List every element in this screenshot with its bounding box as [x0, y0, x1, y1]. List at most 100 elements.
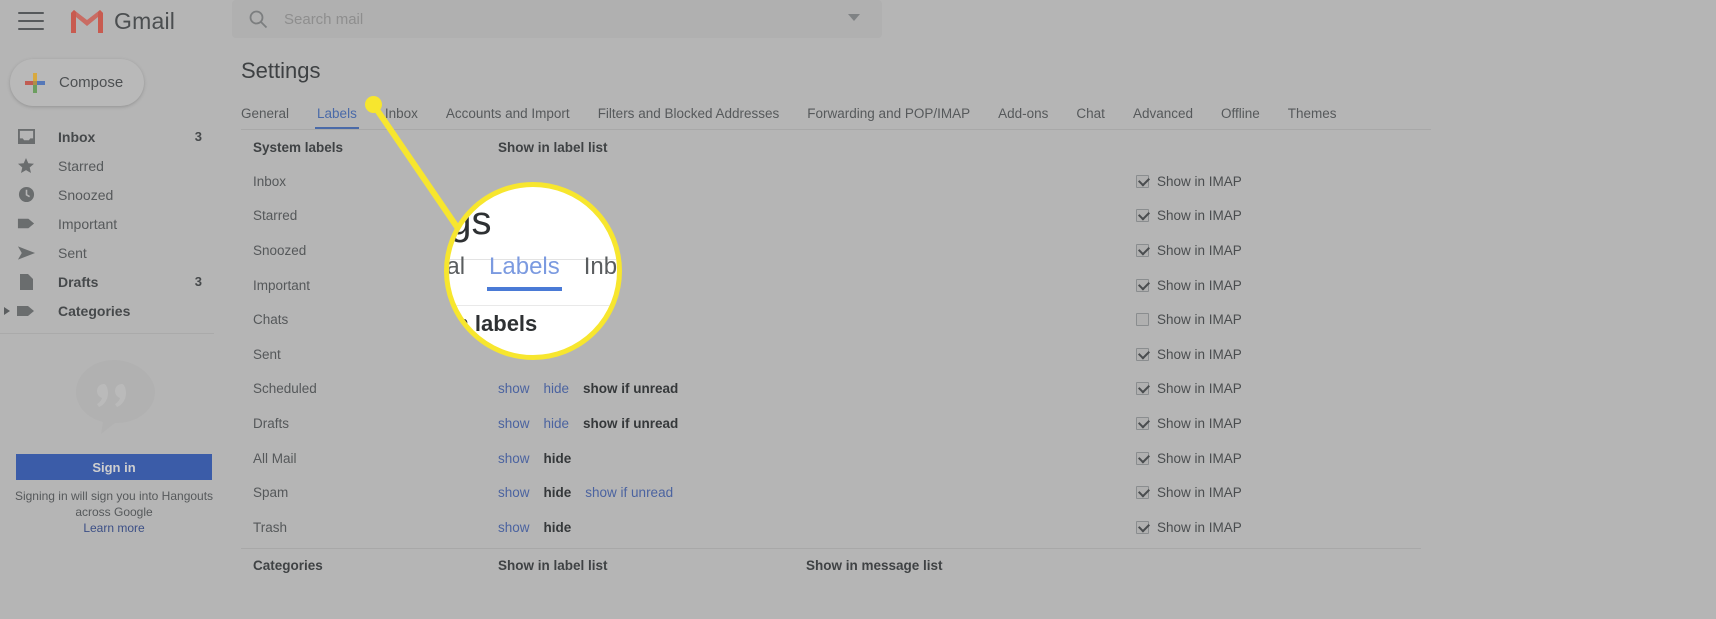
show-in-imap-checkbox[interactable] [1136, 313, 1149, 327]
send-icon [15, 242, 37, 264]
show-in-imap-label: Show in IMAP [1157, 312, 1242, 328]
top-bar: Gmail Search mail [0, 0, 1716, 42]
chevron-right-icon[interactable] [4, 306, 10, 315]
tab-labels[interactable]: Labels [315, 106, 359, 129]
action-hide: hide [543, 485, 572, 501]
table-row: Starred Show in IMAP [241, 199, 1421, 234]
action-show[interactable]: show [498, 451, 530, 466]
system-labels-table: System labels Show in label list Inbox Sh… [241, 130, 1421, 545]
compose-label: Compose [59, 74, 124, 91]
imap-cell: Show in IMAP [1136, 312, 1421, 327]
sign-in-note: Signing in will sign you into Hangouts a… [0, 488, 228, 536]
magnified-system-labels-heading: em labels [444, 311, 538, 336]
show-in-imap-label: Show in IMAP [1157, 208, 1242, 224]
table-row: Drafts show hide show if unread Show in IMAP [241, 406, 1421, 441]
magnified-tabs: eral Labels Inbo [449, 253, 618, 291]
show-in-label-list-actions: show hide show if unread [498, 416, 806, 431]
show-in-imap-checkbox[interactable] [1136, 347, 1149, 361]
sign-in-note-line2: across Google [75, 505, 153, 519]
system-labels-rows: Inbox Show in IMAP Starred Show in IMAP Snoo… [241, 164, 1421, 545]
column-header-cat-show-in-label-list: Show in label list [498, 558, 608, 574]
sign-in-button[interactable]: Sign in [16, 454, 212, 480]
sidebar-item-drafts[interactable]: Drafts 3 [0, 267, 228, 296]
tab-advanced[interactable]: Advanced [1133, 106, 1193, 129]
imap-cell: Show in IMAP [1136, 520, 1421, 535]
imap-cell: Show in IMAP [1136, 278, 1421, 293]
show-in-imap-checkbox[interactable] [1136, 382, 1149, 396]
tab-add-ons[interactable]: Add-ons [998, 106, 1048, 129]
tab-forwarding-and-pop-imap[interactable]: Forwarding and POP/IMAP [807, 106, 970, 129]
tab-accounts-and-import[interactable]: Accounts and Import [446, 106, 570, 129]
imap-cell: Show in IMAP [1136, 347, 1421, 362]
sidebar-item-starred[interactable]: Starred [0, 151, 228, 180]
show-in-label-list-actions: show hide [498, 520, 806, 535]
show-in-imap-checkbox[interactable] [1136, 278, 1149, 292]
compose-button[interactable]: Compose [10, 59, 144, 106]
action-hide[interactable]: hide [544, 416, 570, 431]
gmail-wordmark: Gmail [114, 7, 176, 34]
imap-cell: Show in IMAP [1136, 174, 1421, 189]
settings-tabs: General Labels Inbox Accounts and Import… [241, 100, 1431, 130]
table-row: Inbox Show in IMAP [241, 164, 1421, 199]
hangouts-panel: Sign in Signing in will sign you into Ha… [0, 356, 228, 536]
sidebar-item-label: Drafts [58, 273, 99, 290]
hamburger-icon[interactable] [18, 12, 44, 30]
action-show[interactable]: show [498, 520, 530, 535]
table-row: All Mail show hide Show in IMAP [241, 441, 1421, 476]
gmail-logo: Gmail [70, 8, 175, 35]
show-in-imap-label: Show in IMAP [1157, 415, 1242, 431]
show-in-imap-checkbox[interactable] [1136, 451, 1149, 465]
search-input[interactable]: Search mail [284, 11, 363, 28]
sidebar-item-important[interactable]: Important [0, 209, 228, 238]
show-in-imap-label: Show in IMAP [1157, 381, 1242, 397]
imap-cell: Show in IMAP [1136, 485, 1421, 500]
sidebar-item-snoozed[interactable]: Snoozed [0, 180, 228, 209]
gmail-m-icon [70, 8, 104, 34]
important-tag-icon [15, 213, 37, 235]
show-in-imap-checkbox[interactable] [1136, 243, 1149, 257]
tab-filters-and-blocked-addresses[interactable]: Filters and Blocked Addresses [598, 106, 780, 129]
action-hide: hide [543, 450, 572, 466]
tab-themes[interactable]: Themes [1288, 106, 1337, 129]
show-in-label-list-actions: show hide show if unread [498, 381, 806, 396]
tab-inbox[interactable]: Inbox [385, 106, 418, 129]
magnified-tab-inbox: Inbo [583, 253, 618, 280]
show-in-imap-checkbox[interactable] [1136, 416, 1149, 430]
action-hide: hide [543, 519, 572, 535]
show-in-imap-checkbox[interactable] [1136, 209, 1149, 223]
tab-general[interactable]: General [241, 106, 289, 129]
search-bar[interactable]: Search mail [232, 0, 882, 38]
tab-offline[interactable]: Offline [1221, 106, 1260, 129]
column-header-system-labels: System labels [253, 139, 344, 155]
action-show[interactable]: show [498, 416, 530, 431]
action-show-if-unread[interactable]: show if unread [585, 485, 673, 500]
gmail-settings-screen: Gmail Search mail Compose Inbox 3 Starre… [0, 0, 1716, 619]
show-in-imap-checkbox[interactable] [1136, 520, 1149, 534]
chevron-down-icon[interactable] [848, 14, 860, 21]
label-name: Trash [253, 519, 288, 535]
sign-in-note-line1: Signing in will sign you into Hangouts [14, 489, 214, 503]
categories-table: Categories Show in label list Show in me… [241, 549, 1421, 583]
magnified-tab-labels: Labels [487, 253, 562, 291]
sidebar-item-label: Snoozed [58, 186, 114, 203]
table-row: Important Show in IMAP [241, 268, 1421, 303]
table-row: Trash show hide Show in IMAP [241, 510, 1421, 545]
sidebar-item-sent[interactable]: Sent [0, 238, 228, 267]
show-in-imap-checkbox[interactable] [1136, 486, 1149, 500]
show-in-imap-checkbox[interactable] [1136, 174, 1149, 188]
sidebar-item-label: Inbox [58, 128, 96, 145]
search-icon [248, 9, 268, 29]
label-name: All Mail [253, 450, 297, 466]
action-hide[interactable]: hide [544, 381, 570, 396]
action-show[interactable]: show [498, 485, 530, 500]
sidebar-item-categories[interactable]: Categories [0, 296, 228, 325]
action-show[interactable]: show [498, 381, 530, 396]
show-in-label-list-actions: show hide [498, 451, 806, 466]
sidebar-item-inbox[interactable]: Inbox 3 [0, 122, 228, 151]
imap-cell: Show in IMAP [1136, 451, 1421, 466]
label-name: Drafts [253, 415, 290, 431]
tab-chat[interactable]: Chat [1076, 106, 1105, 129]
learn-more-link[interactable]: Learn more [83, 521, 144, 535]
show-in-imap-label: Show in IMAP [1157, 277, 1242, 293]
sign-in-label: Sign in [92, 459, 136, 475]
